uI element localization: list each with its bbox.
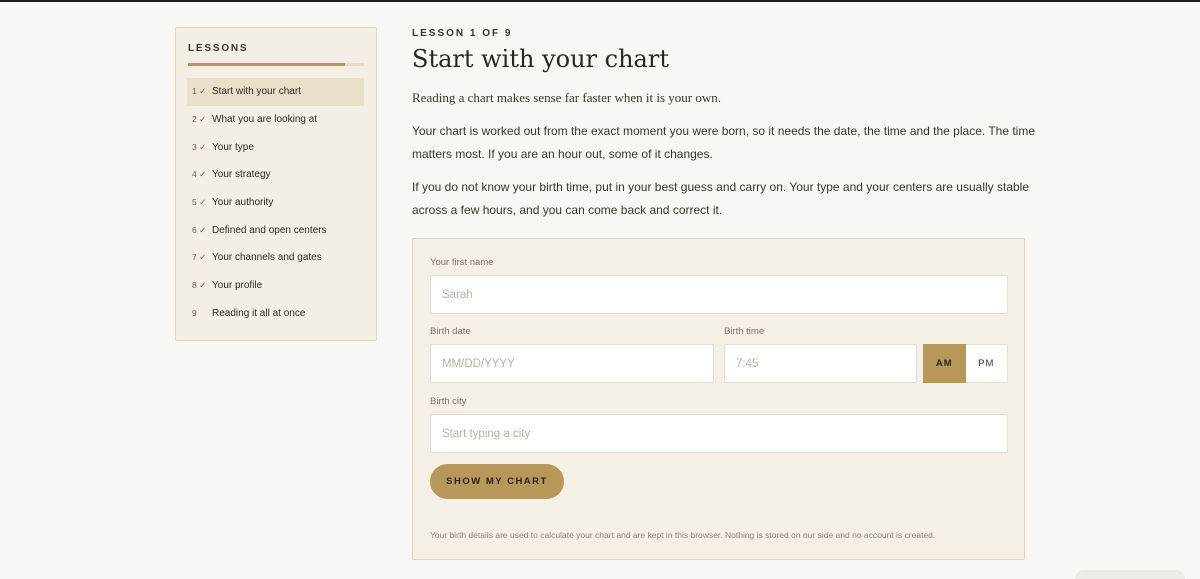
lesson-item-8[interactable]: 8 ✓ Your profile: [187, 272, 364, 300]
birth-city-input[interactable]: [430, 414, 1008, 453]
lesson-label: Your strategy: [212, 169, 271, 181]
sidebar-title: LESSONS: [188, 43, 249, 54]
lesson-number: 7 ✓: [192, 252, 207, 263]
lesson-number: 2 ✓: [192, 114, 207, 125]
birth-details-form: Your first name Birth date Birth time AM…: [412, 238, 1025, 560]
lesson-item-7[interactable]: 7 ✓ Your channels and gates: [187, 244, 364, 272]
lesson-label: Your authority: [212, 197, 274, 209]
lesson-item-4[interactable]: 4 ✓ Your strategy: [187, 161, 364, 189]
lesson-label: Defined and open centers: [212, 224, 327, 236]
lesson-item-1[interactable]: 1 ✓ Start with your chart: [187, 78, 364, 106]
lesson-counter: LESSON 1 OF 9: [412, 28, 513, 39]
birth-city-label: Birth city: [430, 396, 467, 407]
lesson-label: Your profile: [212, 280, 263, 292]
birth-time-label: Birth time: [724, 326, 765, 337]
lesson-number: 1 ✓: [192, 86, 207, 97]
lesson-item-2[interactable]: 2 ✓ What you are looking at: [187, 106, 364, 134]
lead-paragraph: Reading a chart makes sense far faster w…: [412, 90, 722, 105]
first-name-input[interactable]: [430, 275, 1008, 314]
lesson-number: 4 ✓: [192, 169, 207, 180]
lesson-label: Your type: [212, 141, 254, 153]
am-pm-toggle: AM PM: [923, 344, 1008, 383]
lesson-label: What you are looking at: [212, 114, 318, 126]
body-paragraph-2: If you do not know your birth time, put …: [412, 180, 1030, 217]
lessons-progress-bar: [188, 63, 364, 66]
lesson-label: Start with your chart: [212, 86, 301, 98]
page-title: Start with your chart: [412, 45, 669, 73]
lesson-item-5[interactable]: 5 ✓ Your authority: [187, 189, 364, 217]
lesson-item-9[interactable]: 9 Reading it all at once: [187, 300, 364, 328]
lesson-number: 8 ✓: [192, 280, 207, 291]
privacy-note: Your birth details are used to calculate…: [430, 530, 936, 540]
lessons-sidebar: LESSONS 1 ✓ Start with your chart 2 ✓ Wh…: [175, 27, 377, 341]
first-name-label: Your first name: [430, 257, 494, 268]
top-border: [0, 0, 1200, 2]
lesson-number: 6 ✓: [192, 224, 207, 235]
lesson-label: Reading it all at once: [212, 307, 306, 319]
lesson-list: 1 ✓ Start with your chart 2 ✓ What you a…: [187, 78, 364, 327]
birth-time-input[interactable]: [724, 344, 917, 383]
birth-date-label: Birth date: [430, 326, 471, 337]
bottom-corner-shadow: [1075, 570, 1185, 579]
lesson-item-3[interactable]: 3 ✓ Your type: [187, 133, 364, 161]
lesson-number: 5 ✓: [192, 197, 207, 208]
lesson-item-6[interactable]: 6 ✓ Defined and open centers: [187, 216, 364, 244]
body-paragraph-1: Your chart is worked out from the exact …: [412, 124, 1036, 161]
show-my-chart-button[interactable]: SHOW MY CHART: [430, 464, 564, 499]
lesson-number: 9: [192, 308, 197, 319]
lesson-label: Your channels and gates: [212, 252, 322, 264]
am-button[interactable]: AM: [923, 344, 966, 383]
pm-button[interactable]: PM: [965, 344, 1008, 383]
lesson-number: 3 ✓: [192, 141, 207, 152]
birth-date-input[interactable]: [430, 344, 714, 383]
lessons-progress-fill: [188, 63, 345, 66]
